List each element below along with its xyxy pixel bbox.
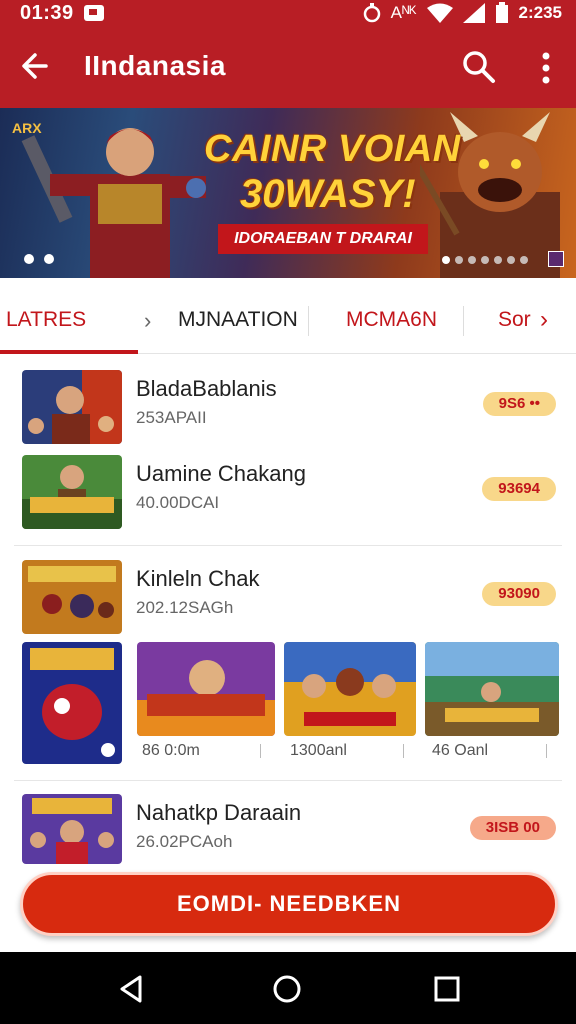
game-price-badge[interactable]: 93694	[482, 477, 556, 501]
card-label: 86 0:0m	[142, 742, 200, 759]
nav-home-icon[interactable]	[272, 974, 302, 1004]
game-price-badge[interactable]: 9S6 ••	[482, 392, 556, 416]
tab-latest[interactable]: LATRES	[6, 308, 86, 332]
game-subtitle: 253APAII	[136, 408, 207, 427]
game-thumbnail	[22, 370, 122, 444]
game-card-thumbnail[interactable]	[284, 642, 416, 736]
back-button[interactable]	[16, 46, 56, 86]
primary-cta-button[interactable]: EOMDI- NEEDBKEN	[20, 872, 558, 936]
search-button[interactable]	[460, 48, 498, 86]
status-time: 01:39	[20, 2, 74, 24]
notification-icon	[84, 5, 104, 21]
tab-divider	[463, 306, 464, 336]
section-divider	[14, 545, 562, 546]
game-title: Nahatkp Daraain	[136, 800, 302, 825]
game-price-badge[interactable]: 93090	[482, 582, 556, 606]
card-label: 1300anl	[290, 742, 347, 759]
game-list-item[interactable]: Kinleln Chak 202.12SAGh 93090	[22, 560, 562, 636]
game-subtitle: 202.12SAGh	[136, 598, 234, 617]
arrow-left-icon	[22, 53, 48, 79]
page-title: IIndanasia	[84, 50, 226, 81]
status-label: Aᴺᴷ	[390, 3, 417, 22]
more-options-button[interactable]	[530, 48, 562, 88]
banner-headline-2: 30WASY!	[240, 172, 416, 216]
tab-sor[interactable]: Sor	[498, 308, 531, 332]
tab-mjnaation[interactable]: MJNAATION	[178, 308, 298, 332]
signal-icon	[462, 3, 485, 23]
banner-pagination[interactable]	[442, 256, 528, 264]
banner-badge-icon	[548, 251, 564, 267]
game-thumbnail	[22, 455, 122, 529]
nav-back-icon[interactable]	[116, 974, 146, 1004]
game-card-thumbnail[interactable]	[425, 642, 559, 736]
game-title: Kinleln Chak	[136, 566, 260, 591]
game-list-item[interactable]: Uamine Chakang 40.00DCAI 93694	[22, 455, 562, 531]
battery-icon	[495, 2, 508, 23]
game-title: Uamine Chakang	[136, 461, 306, 486]
section-divider	[14, 780, 562, 781]
game-subtitle: 26.02PCAoh	[136, 832, 233, 851]
game-thumbnail	[22, 794, 122, 864]
status-icons: Aᴺᴷ 2:235	[363, 2, 562, 24]
tab-mcma6n[interactable]: MCMA6N	[346, 308, 437, 332]
tab-active-indicator	[0, 350, 138, 354]
app-bar: IIndanasia	[0, 28, 576, 108]
card-separator	[403, 744, 404, 758]
chevron-right-icon[interactable]: ›	[540, 306, 548, 334]
game-title: BladaBablanis	[136, 376, 277, 401]
banner-headline-1: CAINR VOIAN	[204, 128, 461, 170]
banner-dots-left	[24, 254, 54, 264]
chevron-right-icon: ›	[144, 308, 152, 333]
system-nav-bar	[0, 952, 576, 1024]
status-bar: 01:39 Aᴺᴷ 2:235	[0, 0, 576, 28]
game-card-thumbnail[interactable]	[137, 642, 275, 736]
card-label: 46 Oanl	[432, 742, 489, 759]
game-subtitle: 40.00DCAI	[136, 493, 220, 512]
promo-banner[interactable]: ARX CAINR VOIAN 30WASY! IDORAEBAN T DRAR…	[0, 108, 576, 278]
game-list-item[interactable]: Nahatkp Daraain 26.02PCAoh 3ISB 00	[22, 794, 562, 870]
alarm-icon	[363, 3, 380, 23]
game-list-item[interactable]: BladaBablanis 253APAII 9S6 ••	[22, 370, 562, 446]
banner-subtitle: IDORAEBAN T DRARAI	[218, 224, 428, 254]
nav-recents-icon[interactable]	[434, 976, 460, 1002]
more-vertical-icon	[542, 52, 550, 84]
battery-text: 2:235	[518, 3, 562, 22]
game-thumbnail	[22, 560, 122, 634]
card-separator	[546, 744, 547, 758]
card-separator	[260, 744, 261, 758]
featured-card-thumbnail[interactable]	[22, 642, 122, 764]
tab-divider	[308, 306, 309, 336]
game-price-badge[interactable]: 3ISB 00	[469, 816, 556, 840]
banner-corner-tag: ARX	[12, 120, 42, 136]
wifi-icon	[426, 3, 453, 23]
category-tabs: LATRES › MJNAATION MCMA6N Sor ›	[0, 286, 576, 354]
search-icon	[463, 51, 495, 83]
